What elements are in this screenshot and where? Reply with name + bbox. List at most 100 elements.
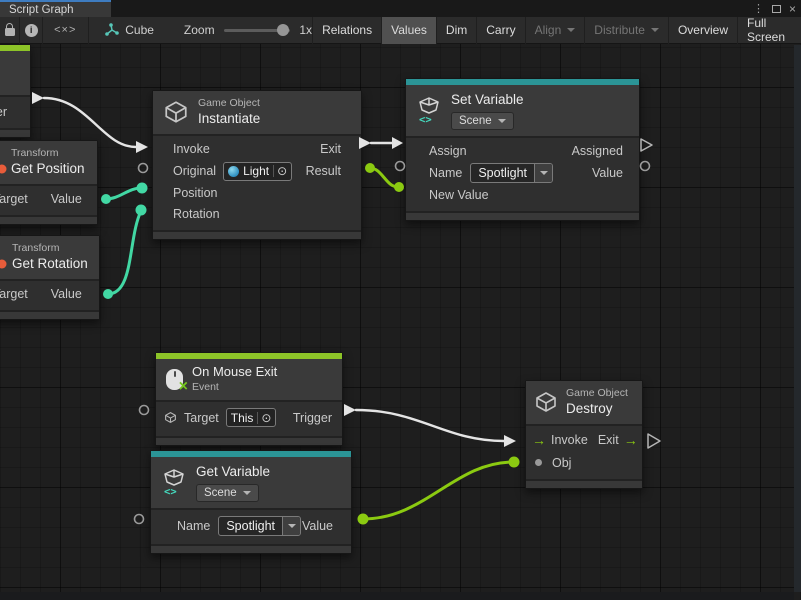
node-destroy[interactable]: Game Object Destroy → Invoke Exit → Obj xyxy=(525,380,643,489)
flow-in-arrow-icon[interactable]: → xyxy=(532,433,546,447)
port-label-original: Original xyxy=(173,164,216,178)
graph-name: Cube xyxy=(125,23,154,37)
zoom-value: 1x xyxy=(299,23,312,37)
port-label-invoke: Invoke xyxy=(551,433,588,447)
node-category: Game Object xyxy=(198,97,260,110)
mouse-icon xyxy=(166,369,183,390)
node-category: Transform xyxy=(11,147,87,160)
fullscreen-button[interactable]: Full Screen xyxy=(737,17,801,44)
node-footer xyxy=(151,544,351,553)
lock-icon xyxy=(5,28,15,36)
object-field-light[interactable]: Light ⊙ xyxy=(223,162,292,181)
node-title: Set Variable xyxy=(451,91,524,109)
port-label-target: Target xyxy=(184,411,219,425)
node-title: Destroy xyxy=(566,400,628,418)
variable-name-dropdown[interactable]: Spotlight xyxy=(470,163,553,183)
port-label-trigger: Trigger xyxy=(293,411,332,425)
node-footer xyxy=(406,211,639,220)
chevron-down-icon xyxy=(540,171,548,175)
node-subtitle: Event xyxy=(192,381,277,395)
node-footer xyxy=(0,215,97,224)
object-picker-icon[interactable]: ⊙ xyxy=(273,165,290,177)
port-label-result: Result xyxy=(306,164,341,178)
port-label-exit: Exit xyxy=(598,433,619,447)
port-label-value: Value xyxy=(592,166,623,180)
carry-button[interactable]: Carry xyxy=(476,17,524,44)
node-hidden-event[interactable]: Trigger xyxy=(0,44,31,138)
tab-bar: Script Graph ⋮ × xyxy=(0,0,801,17)
zoom-label: Zoom xyxy=(184,23,215,37)
vertical-scrollbar[interactable] xyxy=(794,45,801,592)
port-label-assigned: Assigned xyxy=(572,144,623,158)
menu-icon[interactable]: ⋮ xyxy=(753,2,764,15)
port-label-position: Position xyxy=(173,186,217,200)
zoom-slider-handle[interactable] xyxy=(277,24,289,36)
distribute-button[interactable]: Distribute xyxy=(584,17,668,44)
chevron-down-icon xyxy=(243,491,251,495)
node-footer xyxy=(0,128,30,137)
node-instantiate[interactable]: Game Object Instantiate Invoke Exit Orig… xyxy=(152,90,362,240)
toolbar-separator xyxy=(88,17,89,44)
variable-kind-dropdown[interactable]: Scene xyxy=(196,484,259,502)
lock-button[interactable] xyxy=(0,17,19,44)
maximize-icon[interactable] xyxy=(772,5,781,13)
port-label-exit: Exit xyxy=(320,142,341,156)
node-set-variable[interactable]: <> Set Variable Scene Assign Assigned Na… xyxy=(405,78,640,221)
align-button[interactable]: Align xyxy=(525,17,585,44)
value-port-dot-icon[interactable] xyxy=(535,459,542,466)
info-icon xyxy=(25,24,38,37)
node-title: Get Position xyxy=(11,160,87,178)
svg-text:<>: <> xyxy=(419,114,432,124)
node-get-rotation[interactable]: Transform Get Rotation Target Value xyxy=(0,235,100,320)
horizontal-scrollbar[interactable] xyxy=(0,592,794,600)
node-title: Get Variable xyxy=(196,463,270,481)
variable-kind-dropdown[interactable]: Scene xyxy=(451,112,514,130)
graph-breadcrumb[interactable]: Cube xyxy=(104,17,154,44)
close-icon[interactable]: × xyxy=(789,3,796,15)
node-category: Transform xyxy=(12,242,89,255)
node-title: Get Rotation xyxy=(12,255,89,273)
values-button[interactable]: Values xyxy=(381,17,436,44)
chevron-down-icon xyxy=(567,28,575,32)
variables-icon: <> xyxy=(416,96,442,124)
overview-button[interactable]: Overview xyxy=(668,17,737,44)
zoom-slider[interactable] xyxy=(224,29,291,32)
port-label-target: Target xyxy=(0,192,28,206)
tab-script-graph[interactable]: Script Graph xyxy=(0,0,111,17)
port-label-name: Name xyxy=(429,166,462,180)
graph-toolbar: <×> Cube Zoom 1x Relations Values Dim Ca… xyxy=(0,17,801,44)
object-picker-icon[interactable]: ⊙ xyxy=(257,412,274,424)
port-label-trigger: Trigger xyxy=(0,105,7,119)
variables-icon: <> xyxy=(161,468,187,496)
window-controls: ⋮ × xyxy=(753,0,796,17)
code-view-button[interactable]: <×> xyxy=(43,17,88,44)
flow-out-arrow-icon[interactable]: → xyxy=(624,433,638,447)
object-field-this[interactable]: This ⊙ xyxy=(226,408,277,427)
chevron-down-icon xyxy=(651,28,659,32)
port-label-name: Name xyxy=(177,519,210,533)
variable-name-dropdown[interactable]: Spotlight xyxy=(218,516,301,536)
svg-text:<>: <> xyxy=(164,486,177,496)
node-on-mouse-exit[interactable]: On Mouse Exit Event Target This ⊙ Trigge… xyxy=(155,352,343,446)
info-button[interactable] xyxy=(20,17,42,44)
node-title: On Mouse Exit xyxy=(192,364,277,381)
port-label-target: Target xyxy=(0,287,28,301)
port-label-invoke: Invoke xyxy=(173,142,210,156)
node-footer xyxy=(526,479,642,488)
node-get-variable[interactable]: <> Get Variable Scene Name Spotlight Val… xyxy=(150,450,352,554)
graph-canvas[interactable] xyxy=(0,44,801,600)
gameobject-icon xyxy=(164,411,177,424)
tab-title: Script Graph xyxy=(9,4,74,16)
port-label-new-value: New Value xyxy=(429,188,489,202)
node-header xyxy=(0,51,30,97)
node-footer xyxy=(0,310,99,319)
port-label-rotation: Rotation xyxy=(173,207,220,221)
dim-button[interactable]: Dim xyxy=(436,17,476,44)
script-graph-window: Script Graph ⋮ × <×> Cube Zoom 1x R xyxy=(0,0,801,600)
node-get-position[interactable]: Transform Get Position Target Value xyxy=(0,140,98,225)
port-label-value: Value xyxy=(51,192,82,206)
port-label-assign: Assign xyxy=(429,144,467,158)
relations-button[interactable]: Relations xyxy=(312,17,381,44)
graph-icon xyxy=(104,23,119,37)
chevron-down-icon xyxy=(288,524,296,528)
